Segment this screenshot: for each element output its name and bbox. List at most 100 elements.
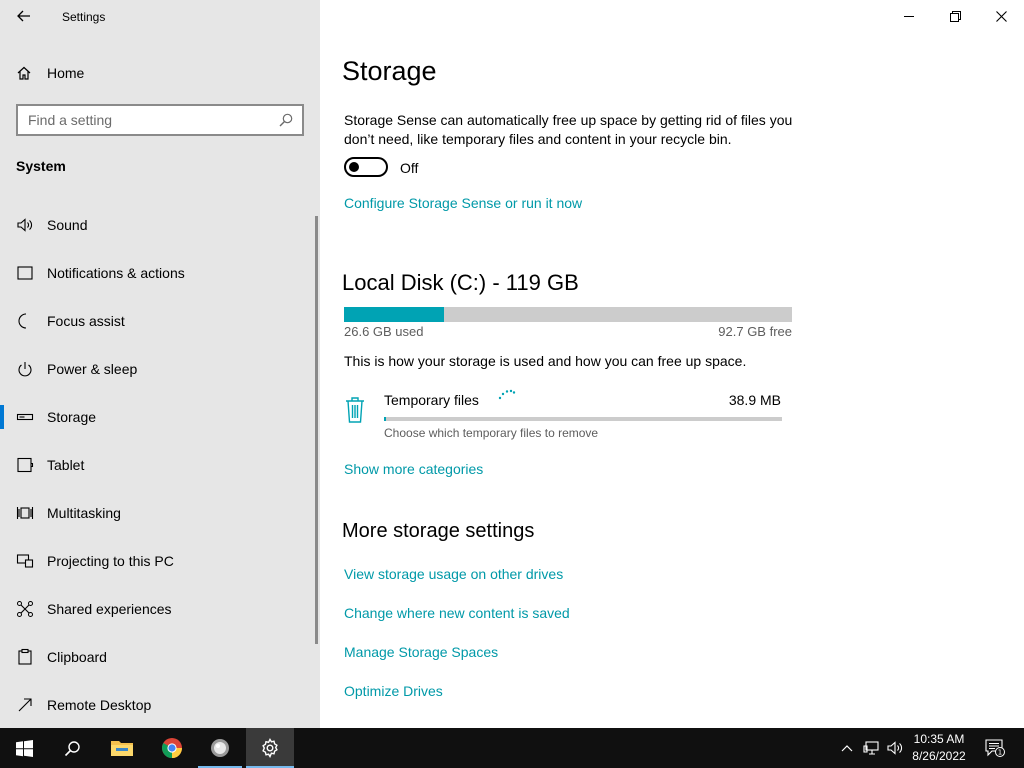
page-title: Storage (342, 56, 437, 86)
toggle-knob (349, 162, 359, 172)
projecting-icon (16, 552, 34, 570)
sidebar-item-remote-desktop[interactable]: Remote Desktop (0, 681, 316, 729)
category-usage-fill (384, 417, 386, 421)
remote-desktop-icon (16, 696, 34, 714)
manage-storage-spaces-link[interactable]: Manage Storage Spaces (344, 644, 498, 660)
notification-icon (16, 264, 34, 282)
sidebar-item-label: Remote Desktop (47, 697, 152, 713)
clock-date: 8/26/2022 (912, 749, 966, 763)
disk-title: Local Disk (C:) - 119 GB (342, 270, 579, 295)
loading-spinner-icon (498, 389, 516, 400)
taskbar-clock[interactable]: 10:35 AM 8/26/2022 (906, 731, 972, 765)
disk-free-label: 92.7 GB free (718, 324, 792, 339)
sidebar-item-label: Shared experiences (47, 601, 172, 617)
usage-description: This is how your storage is used and how… (344, 353, 747, 369)
sidebar-item-label: Clipboard (47, 649, 107, 665)
restore-icon (949, 10, 961, 22)
sidebar-item-label: Focus assist (47, 313, 125, 329)
storage-sense-description: Storage Sense can automatically free up … (344, 112, 793, 147)
speaker-icon (16, 216, 34, 234)
volume-button[interactable] (884, 728, 906, 768)
toggle-state-label: Off (400, 160, 419, 176)
sidebar-item-label: Home (47, 65, 85, 81)
sidebar-item-projecting[interactable]: Projecting to this PC (0, 537, 316, 585)
search-input[interactable]: Find a setting (16, 104, 304, 136)
sidebar-item-tablet[interactable]: Tablet (0, 441, 316, 489)
storage-sense-toggle[interactable] (344, 157, 388, 177)
category-usage-bar (384, 417, 782, 421)
sidebar-item-storage[interactable]: Storage (0, 393, 316, 441)
taskbar-search-button[interactable] (48, 728, 96, 768)
close-icon (995, 10, 1007, 22)
clock-time: 10:35 AM (913, 732, 965, 746)
view-storage-other-drives-link[interactable]: View storage usage on other drives (344, 566, 563, 582)
multitasking-icon (16, 504, 34, 522)
disk-used-label: 26.6 GB used (344, 324, 424, 339)
main-content: Storage Storage Sense can automatically … (320, 0, 1024, 728)
section-label: System (16, 158, 66, 174)
app-icon (211, 739, 229, 757)
tablet-icon (16, 456, 34, 474)
sidebar-item-sound[interactable]: Sound (0, 201, 316, 249)
moon-icon (16, 312, 34, 330)
trash-icon (346, 397, 364, 423)
change-new-content-location-link[interactable]: Change where new content is saved (344, 605, 570, 621)
category-temporary-files[interactable]: Temporary files (384, 392, 479, 408)
action-center-icon: 1 (985, 739, 1005, 757)
sidebar-item-multitasking[interactable]: Multitasking (0, 489, 316, 537)
app-title: Settings (62, 10, 106, 24)
sidebar-item-label: Projecting to this PC (47, 553, 174, 569)
home-icon (17, 66, 31, 80)
windows-logo-icon (15, 739, 33, 757)
sidebar-item-label: Storage (47, 409, 97, 425)
search-placeholder: Find a setting (28, 112, 113, 128)
pinned-app-button[interactable] (198, 728, 242, 768)
sidebar-item-label: Multitasking (47, 505, 121, 521)
sidebar-nav: Sound Notifications & actions Focus assi… (0, 201, 316, 729)
sidebar-item-label: Power & sleep (47, 361, 138, 377)
restore-button[interactable] (932, 0, 978, 32)
file-explorer-button[interactable] (98, 728, 146, 768)
minimize-icon (904, 16, 914, 17)
chrome-icon (161, 738, 182, 759)
category-size: 38.9 MB (728, 392, 781, 408)
sidebar-item-power-sleep[interactable]: Power & sleep (0, 345, 316, 393)
more-storage-settings-heading: More storage settings (342, 520, 535, 542)
sidebar-item-notifications[interactable]: Notifications & actions (0, 249, 316, 297)
volume-icon (887, 741, 902, 755)
back-button[interactable] (8, 2, 40, 30)
show-more-categories-link[interactable]: Show more categories (344, 461, 483, 477)
gear-icon (262, 738, 278, 758)
close-button[interactable] (978, 0, 1024, 32)
action-center-button[interactable]: 1 (978, 728, 1012, 768)
sidebar-item-shared-experiences[interactable]: Shared experiences (0, 585, 316, 633)
category-subtitle: Choose which temporary files to remove (384, 426, 599, 440)
shared-icon (16, 600, 34, 618)
clipboard-icon (16, 648, 34, 666)
sidebar: Settings Home Find a setting System Soun… (0, 0, 320, 728)
sidebar-item-label: Notifications & actions (47, 265, 185, 281)
sidebar-item-label: Tablet (47, 457, 85, 473)
sidebar-item-label: Sound (47, 217, 88, 233)
show-hidden-icons-button[interactable] (838, 728, 856, 768)
folder-icon (111, 741, 133, 756)
configure-storage-sense-link[interactable]: Configure Storage Sense or run it now (344, 195, 582, 211)
optimize-drives-link[interactable]: Optimize Drives (344, 683, 443, 699)
notification-count: 1 (998, 749, 1002, 757)
sidebar-item-home[interactable]: Home (0, 58, 320, 88)
chrome-button[interactable] (148, 728, 196, 768)
settings-taskbar-button[interactable] (246, 728, 294, 768)
sidebar-item-focus-assist[interactable]: Focus assist (0, 297, 316, 345)
back-arrow-icon (17, 10, 30, 22)
minimize-button[interactable] (886, 0, 932, 32)
start-button[interactable] (0, 728, 48, 768)
sidebar-scrollbar[interactable] (315, 216, 318, 644)
network-button[interactable] (860, 728, 882, 768)
power-icon (16, 360, 34, 378)
chevron-up-icon (841, 745, 853, 752)
taskbar: 10:35 AM 8/26/2022 1 (0, 728, 1024, 768)
disk-usage-bar (344, 307, 792, 322)
sidebar-item-clipboard[interactable]: Clipboard (0, 633, 316, 681)
search-icon (64, 740, 80, 756)
storage-icon (16, 408, 34, 426)
